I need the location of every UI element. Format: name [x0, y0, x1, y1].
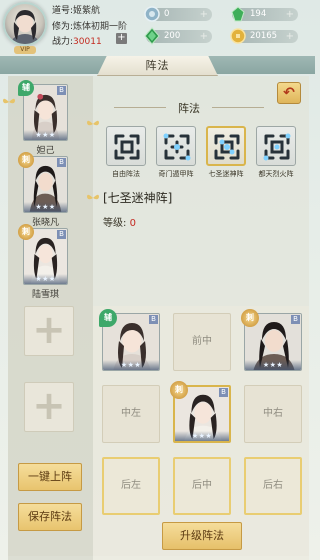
silver-resource: 0 +: [144, 6, 212, 22]
player-avatar[interactable]: [3, 2, 47, 46]
gold-coin-icon: [230, 28, 246, 44]
hero-stars: ★★★: [245, 360, 301, 370]
name-label: 道号:: [52, 6, 74, 16]
silver-value: 0: [164, 9, 170, 19]
assassin-tag-icon: 刺: [241, 309, 259, 327]
section-title-text: 阵法: [178, 102, 200, 115]
player-cultivation-row: 修为:炼体初期一阶: [52, 19, 127, 32]
formation-option[interactable]: 奇门遁甲阵: [154, 126, 198, 179]
formation-option[interactable]: 都天烈火阵: [254, 126, 298, 179]
empty-hero-slot[interactable]: +: [24, 306, 74, 356]
formation-option[interactable]: 自由阵法: [104, 126, 148, 179]
butterfly-icon: [3, 98, 15, 104]
gold-value: 20165: [250, 31, 278, 41]
formation-level: 等级: 0: [103, 214, 136, 229]
auto-deploy-button[interactable]: 一键上阵: [18, 463, 82, 491]
formation-label: 自由阵法: [112, 170, 140, 178]
support-tag-icon: 辅: [99, 309, 117, 327]
save-formation-button[interactable]: 保存阵法: [18, 503, 82, 531]
player-cultivation: 炼体初期一阶: [73, 22, 128, 32]
quality-badge: B: [219, 388, 228, 397]
player-power: 30011: [73, 37, 102, 47]
gold-resource: 20165 +: [230, 28, 298, 44]
grid-slot-middle-right[interactable]: 中右: [244, 385, 302, 443]
formation-grid-icon: [106, 126, 146, 166]
emerald-plus-button[interactable]: +: [200, 30, 208, 43]
formation-option-selected[interactable]: 七圣迷神阵: [204, 126, 248, 179]
jade-resource: 194 +: [231, 6, 298, 22]
formation-label: 奇门遁甲阵: [158, 170, 194, 178]
upgrade-formation-button[interactable]: 升级阵法: [162, 522, 242, 550]
assassin-tag-icon: 刺: [18, 152, 34, 168]
hero-stars: ★★★: [24, 274, 67, 284]
formation-grid-icon: [206, 126, 246, 166]
hero-stars: ★★★: [175, 431, 229, 441]
quality-badge: B: [57, 158, 66, 167]
quality-badge: B: [57, 230, 66, 239]
roster-hero-card[interactable]: ★★★ B 刺 陆雪琪: [18, 224, 68, 300]
quality-badge: B: [291, 315, 300, 324]
player-power-row: 战力:30011: [52, 34, 102, 47]
quality-badge: B: [57, 86, 66, 95]
selected-formation-name: [七圣迷神阵]: [103, 191, 173, 205]
hero-stars: ★★★: [24, 130, 67, 140]
assassin-tag-icon: 刺: [18, 224, 34, 240]
hero-name: 陆雪琪: [31, 290, 59, 300]
jade-plus-button[interactable]: +: [286, 8, 294, 21]
grid-slot-back-left[interactable]: 后左: [102, 457, 160, 515]
support-tag-icon: 辅: [18, 80, 34, 96]
level-label: 等级:: [103, 218, 127, 229]
add-hero-icon: +: [32, 383, 66, 429]
empty-hero-slot[interactable]: +: [24, 382, 74, 432]
level-value: 0: [129, 218, 136, 229]
formation-label: 都天烈火阵: [258, 170, 294, 178]
butterfly-icon: [87, 120, 99, 126]
gold-plus-button[interactable]: +: [286, 30, 294, 43]
page-title: 阵法: [97, 56, 218, 76]
roster-hero-card[interactable]: ★★★ B 刺 张晓凡: [18, 152, 68, 228]
grid-slot-back-right[interactable]: 后右: [244, 457, 302, 515]
butterfly-icon: [87, 194, 99, 200]
jade-icon: [231, 6, 245, 22]
assassin-tag-icon: 刺: [170, 381, 188, 399]
emerald-resource: 200 +: [144, 27, 212, 45]
divider-line: [114, 107, 166, 108]
jade-value: 194: [250, 9, 267, 19]
divider-line: [212, 107, 264, 108]
section-title: 阵法: [104, 100, 274, 115]
formation-grid-icon: [256, 126, 296, 166]
formation-label: 七圣迷神阵: [208, 170, 244, 178]
player-name: 姬紫航: [73, 6, 101, 16]
player-name-row: 道号:姬紫航: [52, 3, 100, 16]
hero-stars: ★★★: [24, 202, 67, 212]
power-plus-button[interactable]: +: [116, 33, 127, 44]
cultivation-label: 修为:: [52, 22, 74, 32]
emerald-icon: [144, 27, 160, 45]
silver-plus-button[interactable]: +: [200, 8, 208, 21]
grid-slot-front-middle[interactable]: 前中: [173, 313, 231, 371]
emerald-value: 200: [164, 31, 181, 41]
formation-grid-icon: [156, 126, 196, 166]
add-hero-icon: +: [32, 307, 66, 353]
grid-slot-back-middle[interactable]: 后中: [173, 457, 231, 515]
silver-coin-icon: [144, 6, 160, 22]
player-header: VIP 道号:姬紫航 修为:炼体初期一阶 战力:30011 + 0 + 194 …: [0, 0, 315, 56]
grid-slot-middle-left[interactable]: 中左: [102, 385, 160, 443]
hero-stars: ★★★: [103, 360, 159, 370]
power-label: 战力:: [52, 37, 74, 47]
back-button[interactable]: ↶: [277, 82, 301, 104]
roster-hero-card[interactable]: ★★★ B 辅 妲己: [18, 80, 68, 156]
quality-badge: B: [149, 315, 158, 324]
vip-badge: VIP: [14, 46, 36, 54]
avatar-portrait: [9, 10, 41, 44]
